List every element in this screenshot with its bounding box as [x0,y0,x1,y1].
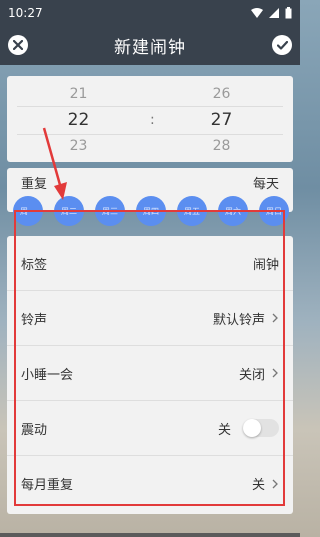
hour-wheel[interactable]: 21 22 23 [7,76,150,162]
label-row[interactable]: 标签 闹钟 [7,236,293,291]
vibrate-row: 震动 关 [7,401,293,456]
wifi-icon [251,7,263,18]
monthly-repeat-label: 每月重复 [21,478,74,493]
confirm-button[interactable] [272,35,292,55]
weekday-selector: 周一 周二 周三 周四 周五 周六 周日 [13,196,289,226]
ringtone-row[interactable]: 铃声 默认铃声 [7,291,293,346]
ringtone-label: 铃声 [21,312,48,328]
minute-next[interactable]: 28 [213,136,231,156]
chevron-right-icon [272,368,278,378]
label-row-value: 闹钟 [252,257,279,273]
hour-next[interactable]: 23 [70,136,88,156]
hour-prev[interactable]: 21 [70,84,88,104]
snooze-value: 关闭 [238,367,265,383]
vibrate-value: 关 [217,422,231,438]
snooze-row[interactable]: 小睡一会 关闭 [7,346,293,401]
minute-wheel[interactable]: 26 27 28 [150,76,293,162]
chevron-right-icon [272,479,278,488]
vibrate-label: 震动 [21,422,48,438]
chevron-right-icon [272,313,278,323]
app-bar: 新建闹钟 [0,25,300,65]
day-toggle-thu[interactable]: 周四 [136,196,166,226]
page-title: 新建闹钟 [114,37,186,58]
vibrate-toggle[interactable] [243,419,279,437]
close-button[interactable] [8,35,28,55]
settings-list: 标签 闹钟 铃声 默认铃声 小睡一会 关闭 震动 关 每月重复 关 [7,236,293,514]
day-toggle-tue[interactable]: 周二 [54,196,84,226]
close-circle-icon [13,40,23,50]
monthly-repeat-value: 关 [251,478,265,493]
signal-icon [269,7,279,18]
monthly-repeat-row[interactable]: 每月重复 关 [7,456,293,511]
day-toggle-sun[interactable]: 周日 [259,196,289,226]
ringtone-value: 默认铃声 [212,312,265,328]
status-bar: 10:27 [0,0,300,25]
day-toggle-wed[interactable]: 周三 [95,196,125,226]
status-time: 10:27 [8,5,43,20]
label-row-label: 标签 [21,257,48,273]
check-circle-icon [276,40,288,50]
minute-prev[interactable]: 26 [213,84,231,104]
snooze-label: 小睡一会 [21,367,74,383]
hour-selected[interactable]: 22 [68,110,90,130]
repeat-value: 每天 [252,176,279,192]
day-toggle-sat[interactable]: 周六 [218,196,248,226]
repeat-label: 重复 [21,176,48,192]
toggle-knob [243,419,261,437]
status-icons [251,6,292,19]
day-toggle-mon[interactable]: 周一 [13,196,43,226]
day-toggle-fri[interactable]: 周五 [177,196,207,226]
time-picker[interactable]: 21 22 23 : 26 27 28 [7,76,293,162]
battery-icon [285,6,292,18]
minute-selected[interactable]: 27 [211,110,233,130]
time-separator: : [150,112,155,128]
nav-bar [0,533,300,537]
